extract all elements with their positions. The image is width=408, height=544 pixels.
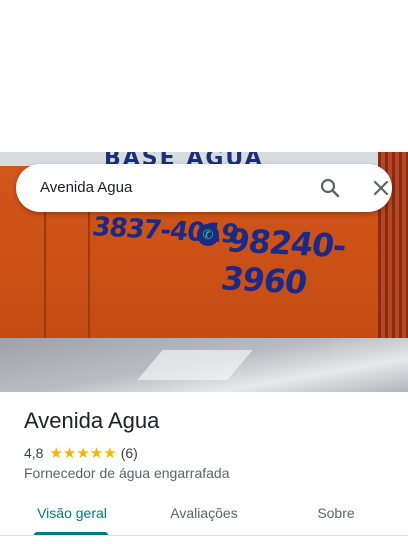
top-blank-area	[0, 0, 408, 152]
review-count[interactable]: (6)	[121, 445, 138, 461]
whatsapp-icon: ✆	[197, 224, 219, 246]
place-tabs: Visão geral Avaliações Sobre	[0, 492, 408, 536]
star-rating-icon: ★★★★★	[49, 445, 117, 462]
close-icon[interactable]	[369, 176, 393, 200]
tab-about[interactable]: Sobre	[288, 492, 384, 534]
search-input[interactable]: Avenida Agua	[40, 164, 132, 212]
tabs-divider	[0, 535, 408, 536]
place-title: Avenida Agua	[24, 408, 160, 433]
rating-row[interactable]: 4,8 ★★★★★ (6)	[24, 444, 138, 462]
search-icon[interactable]	[318, 176, 342, 200]
tab-reviews[interactable]: Avaliações	[156, 492, 252, 534]
search-bar[interactable]: Avenida Agua	[16, 164, 392, 212]
photo-door	[44, 210, 90, 338]
place-category[interactable]: Fornecedor de água engarrafada	[24, 465, 229, 481]
rating-value: 4,8	[24, 445, 44, 461]
tab-overview[interactable]: Visão geral	[24, 492, 120, 534]
